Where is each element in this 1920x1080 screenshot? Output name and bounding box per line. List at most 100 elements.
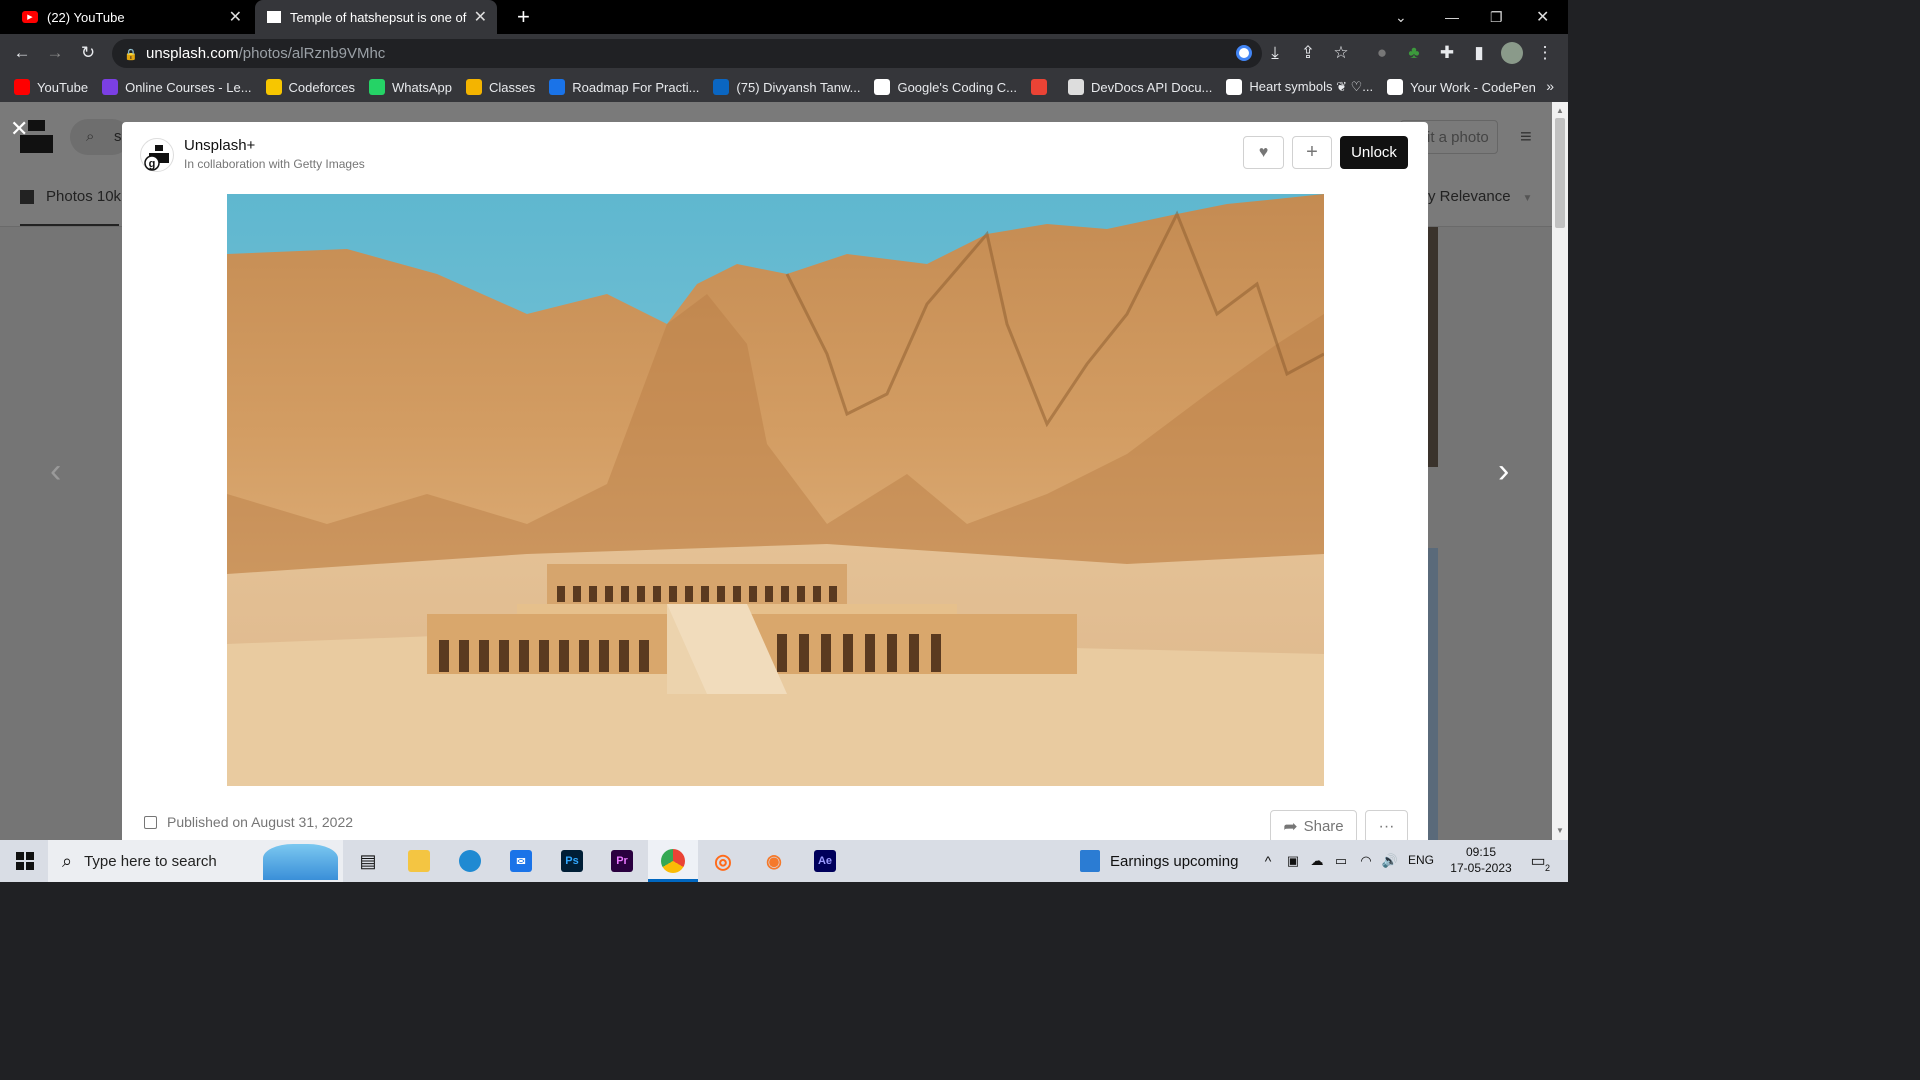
tab-unsplash[interactable]: Temple of hatshepsut is one of the ✕ (255, 0, 497, 34)
tab-strip: ▶ (22) YouTube ✕ Temple of hatshepsut is… (0, 0, 1568, 34)
back-icon[interactable]: ← (9, 40, 35, 66)
close-window-icon[interactable]: ✕ (1536, 0, 1549, 34)
getty-avatar[interactable]: g (140, 138, 174, 172)
clock[interactable]: 09:15 17-05-2023 (1444, 844, 1518, 876)
photos-tab[interactable]: Photos 10k (20, 188, 121, 205)
browser-menu-icon[interactable]: ⋮ (1532, 40, 1558, 66)
extensions-puzzle-icon[interactable]: ✚ (1434, 40, 1460, 66)
calendar-icon (144, 815, 157, 829)
bookmark-11[interactable]: Heart symbols ❦ ♡... (1226, 79, 1373, 95)
volume-icon[interactable]: 🔊 (1374, 846, 1406, 876)
main-photo[interactable] (227, 194, 1324, 786)
restore-icon[interactable]: ❐ (1490, 0, 1503, 34)
close-tab-icon[interactable]: ✕ (229, 7, 242, 27)
google-lens-icon[interactable] (1231, 40, 1257, 66)
sort-dropdown[interactable]: y Relevance ▼ (1428, 188, 1532, 205)
edge-icon[interactable] (454, 846, 486, 876)
after-effects-icon[interactable]: Ae (809, 846, 841, 876)
online-courses-icon (102, 79, 119, 95)
bookmark-star-icon[interactable]: ☆ (1328, 40, 1354, 66)
share-page-icon[interactable]: ⇪ (1295, 40, 1321, 66)
reload-icon[interactable]: ↻ (75, 40, 101, 66)
more-actions-button[interactable]: ··· (1365, 810, 1408, 840)
install-icon[interactable]: ⤓ (1262, 40, 1288, 66)
youtube-icon (14, 79, 30, 95)
bookmark-4[interactable]: WhatsApp (369, 79, 452, 95)
stocks-icon (1080, 850, 1100, 872)
premiere-icon[interactable]: Pr (606, 846, 638, 876)
modal-header: g Unsplash+ In collaboration with Getty … (122, 122, 1428, 192)
photoshop-icon[interactable]: Ps (556, 846, 588, 876)
language-indicator[interactable]: ENG (1408, 853, 1434, 867)
background-search: ⌕ s (70, 119, 130, 155)
chrome-icon (661, 849, 685, 873)
bookmark-1[interactable]: YouTube (14, 79, 88, 95)
more-bookmarks-icon[interactable]: » (1546, 78, 1554, 94)
tab-youtube[interactable]: ▶ (22) YouTube ✕ (10, 0, 252, 34)
share-label: Share (1303, 818, 1344, 835)
address-bar[interactable]: 🔒 unsplash.com/photos/alRznb9VMhc (112, 39, 1262, 68)
new-tab-button[interactable]: + (505, 0, 535, 34)
windows-start-icon[interactable] (9, 846, 41, 876)
chevron-down-icon: ▼ (1522, 193, 1533, 204)
bookmark-10[interactable]: DevDocs API Docu... (1068, 79, 1212, 95)
like-button[interactable]: ♥ (1243, 136, 1284, 169)
bookmark-label: Google's Coding C... (897, 79, 1018, 95)
task-view-icon[interactable]: ▤ (352, 846, 384, 876)
close-tab-icon[interactable]: ✕ (474, 7, 487, 27)
page-scrollbar[interactable]: ▲ ▼ (1552, 102, 1568, 840)
image-icon (20, 189, 34, 204)
codeforces-icon (265, 79, 282, 95)
bookmark-label: Codeforces (288, 79, 356, 95)
url-path: /photos/alRznb9VMhc (238, 45, 386, 62)
add-to-collection-button[interactable]: + (1292, 136, 1332, 169)
scrollbar-thumb[interactable] (1555, 118, 1565, 228)
background-thumbnail (1428, 227, 1438, 467)
mail-icon[interactable]: ✉ (505, 846, 537, 876)
bookmark-label: (75) Divyansh Tanw... (736, 79, 861, 95)
close-modal-icon[interactable]: ✕ (10, 116, 28, 142)
hamburger-menu-icon[interactable]: ≡ (1520, 126, 1532, 149)
bookmark-7[interactable]: (75) Divyansh Tanw... (713, 79, 860, 95)
file-explorer-icon[interactable] (403, 846, 435, 876)
collaboration-subtitle: In collaboration with Getty Images (184, 157, 365, 171)
brand-name[interactable]: Unsplash+ (184, 137, 255, 154)
bookmark-6[interactable]: Roadmap For Practi... (549, 79, 699, 95)
tab-title: (22) YouTube (47, 9, 125, 25)
unlock-button[interactable]: Unlock (1340, 136, 1408, 169)
bookmark-8[interactable]: Google's Coding C... (874, 79, 1017, 95)
news-widget-label: Earnings upcoming (1110, 852, 1239, 870)
tree-extension-icon[interactable]: ♣ (1401, 40, 1427, 66)
bookmark-12[interactable]: Your Work - CodePen (1387, 79, 1536, 95)
codepen-icon (1387, 79, 1404, 95)
previous-photo-icon[interactable]: ‹ (50, 452, 61, 491)
taskbar-search-box[interactable]: ⌕ Type here to search (48, 840, 343, 882)
linkedin-icon (713, 79, 730, 95)
notifications-icon[interactable]: ▭ 2 (1522, 846, 1554, 876)
side-panel-icon[interactable]: ▮ (1466, 40, 1492, 66)
lock-icon: 🔒 (124, 48, 138, 61)
profile-avatar[interactable] (1499, 40, 1525, 66)
tab-search-icon[interactable]: ⌄ (1395, 0, 1407, 34)
photos-tab-label: Photos 10k (46, 188, 122, 205)
url-host: unsplash.com (146, 45, 239, 62)
houdini-icon[interactable]: ◎ (707, 846, 739, 876)
bookmark-label: Roadmap For Practi... (572, 79, 700, 95)
bookmark-3[interactable]: Codeforces (265, 79, 356, 95)
bookmark-9[interactable] (1031, 79, 1054, 95)
share-button[interactable]: ➦ Share (1270, 810, 1357, 840)
minimize-icon[interactable]: — (1445, 0, 1459, 34)
bookmark-label: Online Courses - Le... (125, 79, 252, 95)
next-photo-icon[interactable]: › (1498, 452, 1509, 491)
bookmark-5[interactable]: Classes (466, 79, 535, 95)
getty-logo-icon: g (144, 145, 169, 171)
published-date: Published on August 31, 2022 (167, 814, 354, 830)
scroll-down-icon[interactable]: ▼ (1556, 826, 1564, 835)
scroll-up-icon[interactable]: ▲ (1556, 106, 1564, 115)
news-widget[interactable]: Earnings upcoming (1080, 850, 1238, 872)
extension-icon[interactable]: ● (1369, 40, 1395, 66)
chrome-taskbar-button[interactable] (648, 840, 698, 882)
forward-icon[interactable]: → (42, 40, 68, 66)
bookmark-2[interactable]: Online Courses - Le... (102, 79, 252, 95)
blender-icon[interactable]: ◉ (758, 846, 790, 876)
